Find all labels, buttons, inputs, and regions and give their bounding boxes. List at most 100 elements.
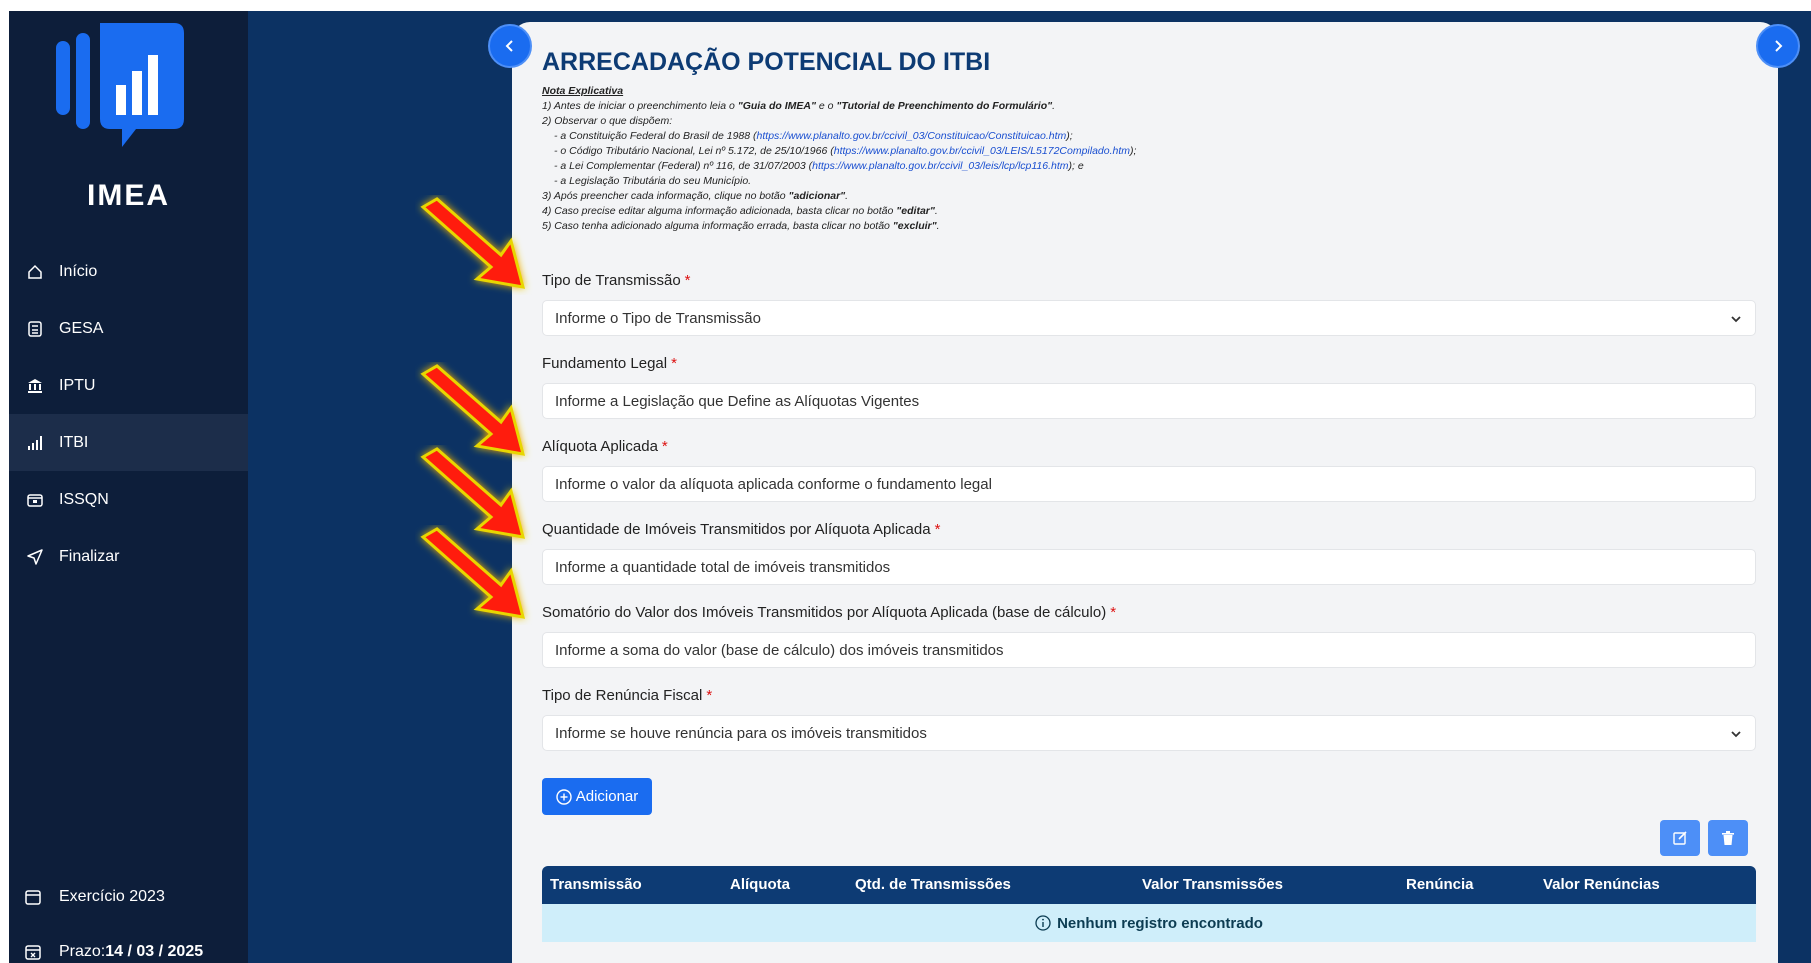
calendar-x-icon [23,942,43,962]
input-placeholder: Informe a quantidade total de imóveis tr… [555,558,891,576]
sidebar-nav: Início GESA IPTU ITBI ISSQN Finalizar [9,243,248,585]
note-text: - a Constituição Federal do Brasil de 19… [554,130,757,142]
sidebar-item-label: GESA [59,319,104,337]
select-value: Informe se houve renúncia para os imóvei… [555,724,927,742]
wallet-icon [25,490,45,510]
note-text: - o Código Tributário Nacional, Lei nº 5… [554,145,834,157]
sum-value-label: Somatório do Valor dos Imóveis Transmiti… [542,604,1116,621]
deadline: Prazo: 14 / 03 / 2025 [23,942,203,962]
sum-value-input[interactable]: Informe a soma do valor (base de cálculo… [542,632,1756,668]
info-icon [1035,915,1051,931]
label-text: Quantidade de Imóveis Transmitidos por A… [542,521,931,538]
rate-label: Alíquota Aplicada * [542,438,668,455]
note-text: . [934,205,938,217]
sidebar: IMEA Início GESA IPTU ITBI ISSQN Finaliz… [9,11,248,963]
bar-chart-icon [25,433,45,453]
note-text: 5) Caso tenha adicionado alguma informaç… [542,220,893,232]
label-text: Somatório do Valor dos Imóveis Transmiti… [542,604,1107,621]
transmission-type-label: Tipo de Transmissão * [542,272,691,289]
column-header: Renúncia [1406,876,1474,893]
calculator-icon [25,319,45,339]
note-text-bold: "editar" [896,205,935,217]
home-icon [25,262,45,282]
chevron-left-icon [505,40,513,52]
note-text: ); [1066,130,1073,142]
ctn-link[interactable]: https://www.planalto.gov.br/ccivil_03/LE… [834,145,1130,157]
note-text-bold: "adicionar" [788,190,846,202]
sidebar-item-gesa[interactable]: GESA [9,300,248,357]
transmission-type-select[interactable]: Informe o Tipo de Transmissão [542,300,1756,336]
note-heading: Nota Explicativa [542,85,624,97]
records-table-header: Transmissão Alíquota Qtd. de Transmissõe… [542,866,1756,904]
sidebar-item-label: Início [59,262,98,280]
note-line: 4) Caso precise editar alguma informação… [542,204,1442,219]
sidebar-item-inicio[interactable]: Início [9,243,248,300]
red-arrow-icon [420,197,526,289]
note-text-bold: "Tutorial de Preenchimento do Formulário… [836,100,1053,112]
empty-message-text: Nenhum registro encontrado [1057,914,1263,932]
lcp116-link[interactable]: https://www.planalto.gov.br/ccivil_03/le… [812,160,1068,172]
legal-basis-label: Fundamento Legal * [542,355,677,372]
sidebar-item-issqn[interactable]: ISSQN [9,471,248,528]
exercise-label: Exercício 2023 [59,888,165,905]
note-text: 1) Antes de iniciar o preenchimento leia… [542,100,738,112]
add-button[interactable]: Adicionar [542,778,652,815]
note-line: 3) Após preencher cada informação, cliqu… [542,189,1442,204]
sidebar-item-finalizar[interactable]: Finalizar [9,528,248,585]
exercise-year: Exercício 2023 [23,887,165,907]
sidebar-item-label: IPTU [59,376,96,394]
edit-button[interactable] [1660,820,1700,856]
constitution-link[interactable]: https://www.planalto.gov.br/ccivil_03/Co… [757,130,1067,142]
waiver-type-label: Tipo de Renúncia Fiscal * [542,687,712,704]
input-placeholder: Informe a soma do valor (base de cálculo… [555,641,1004,659]
next-button[interactable] [1756,24,1800,68]
bank-icon [25,376,45,396]
legal-basis-input[interactable]: Informe a Legislação que Define as Alíqu… [542,383,1756,419]
add-button-label: Adicionar [575,788,639,805]
column-header: Qtd. de Transmissões [855,876,1011,893]
previous-button[interactable] [488,24,532,68]
note-text-bold: "Guia do IMEA" [737,100,816,112]
note-line: - o Código Tributário Nacional, Lei nº 5… [542,144,1442,159]
quantity-input[interactable]: Informe a quantidade total de imóveis tr… [542,549,1756,585]
delete-button[interactable] [1708,820,1748,856]
input-placeholder: Informe o valor da alíquota aplicada con… [555,475,992,493]
note-text: ); e [1068,160,1084,172]
required-mark: * [1110,604,1117,621]
required-mark: * [934,521,941,538]
column-header: Transmissão [550,876,642,893]
note-text: 3) Após preencher cada informação, cliqu… [542,190,789,202]
explanatory-note: Nota Explicativa 1) Antes de iniciar o p… [542,84,1442,234]
note-text: . [1052,100,1056,112]
label-text: Tipo de Renúncia Fiscal [542,687,703,704]
column-header: Valor Renúncias [1543,876,1660,893]
required-mark: * [661,438,668,455]
sidebar-item-iptu[interactable]: IPTU [9,357,248,414]
column-header: Valor Transmissões [1142,876,1283,893]
required-mark: * [684,272,691,289]
deadline-label: Prazo: [59,943,106,960]
label-text: Tipo de Transmissão [542,272,681,289]
label-text: Alíquota Aplicada [542,438,658,455]
sidebar-item-itbi[interactable]: ITBI [9,414,248,471]
rate-input[interactable]: Informe o valor da alíquota aplicada con… [542,466,1756,502]
note-line: - a Constituição Federal do Brasil de 19… [542,129,1442,144]
chevron-down-icon [1731,731,1741,738]
main-card: ARRECADAÇÃO POTENCIAL DO ITBI Nota Expli… [512,22,1778,963]
quantity-label: Quantidade de Imóveis Transmitidos por A… [542,521,940,538]
sidebar-item-label: ISSQN [59,490,109,508]
sidebar-item-label: Finalizar [59,547,120,565]
required-mark: * [671,355,677,372]
chevron-right-icon [1775,40,1783,52]
waiver-type-select[interactable]: Informe se houve renúncia para os imóvei… [542,715,1756,751]
note-text: e o [815,100,837,112]
column-header: Alíquota [730,876,790,893]
select-value: Informe o Tipo de Transmissão [555,309,761,327]
note-line: 1) Antes de iniciar o preenchimento leia… [542,99,1442,114]
send-icon [25,547,45,567]
sidebar-item-label: ITBI [59,433,89,451]
note-text: 4) Caso precise editar alguma informação… [542,205,897,217]
red-arrow-icon [420,527,526,619]
note-text: . [845,190,849,202]
calendar-icon [23,887,43,907]
